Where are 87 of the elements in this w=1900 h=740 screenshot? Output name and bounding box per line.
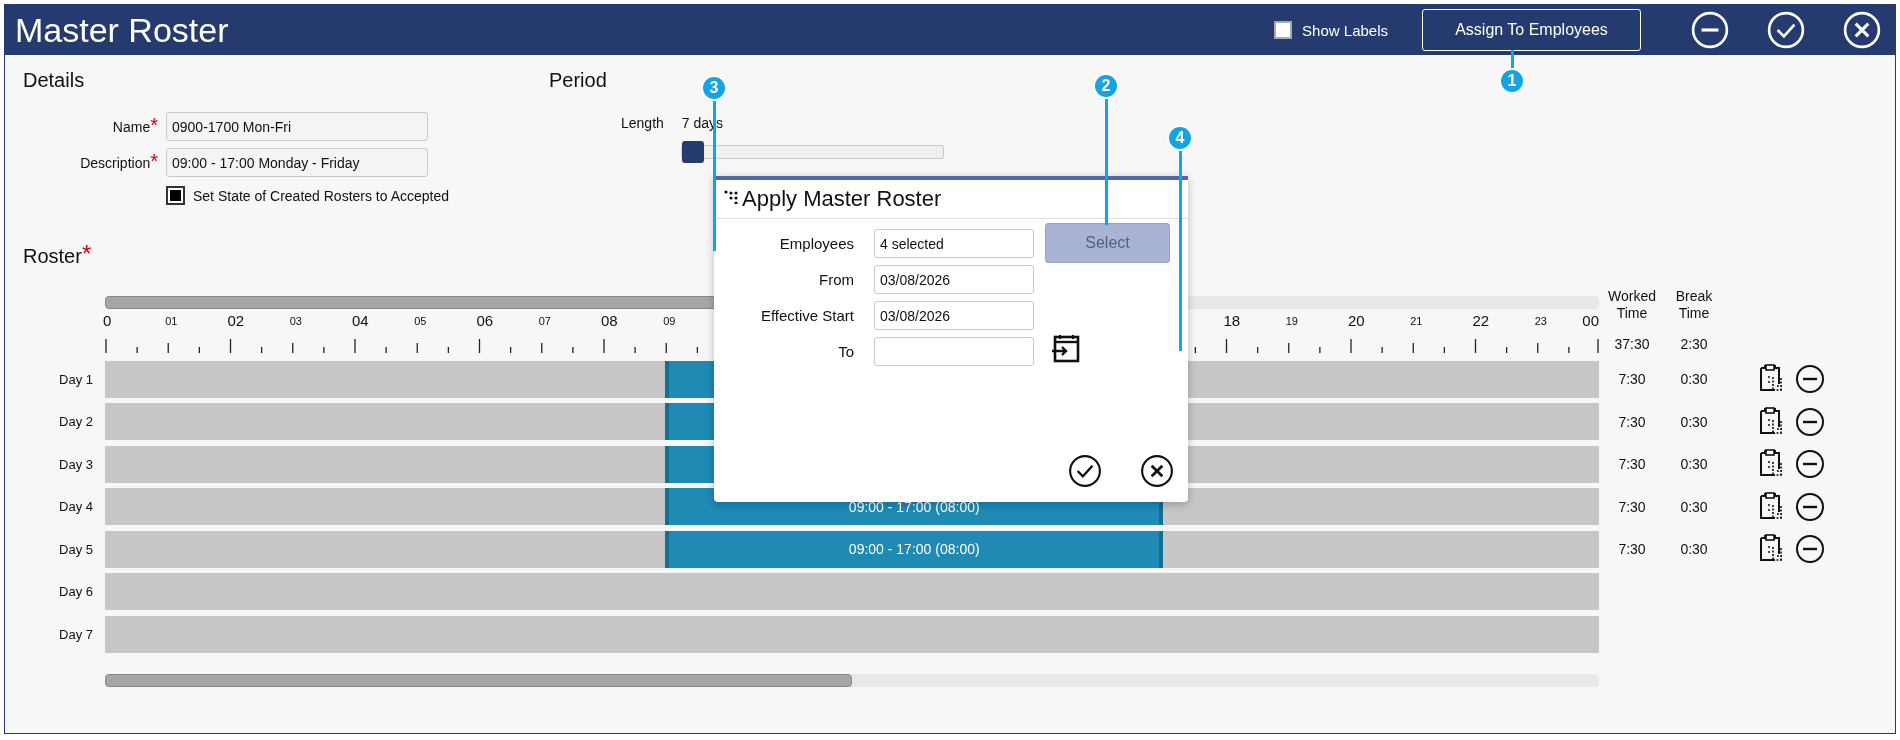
break-time: 0:30 (1680, 413, 1708, 430)
day-track[interactable]: 09:00 - 17:00 (08:00) (105, 530, 1599, 568)
hour-label: 21 (1410, 315, 1423, 327)
roster-heading: Roster (23, 245, 82, 268)
grip-icon[interactable] (724, 190, 740, 204)
hour-label: 22 (1472, 312, 1490, 329)
clipboard-icon[interactable] (1757, 406, 1783, 437)
day-label: Day 4 (58, 499, 94, 514)
hour-label: 23 (1534, 315, 1547, 327)
checkbox-label: Set State of Created Rosters to Accepted (193, 187, 450, 204)
input-field[interactable]: 0900-1700 Mon-Fri (166, 112, 428, 141)
clipboard-icon[interactable] (1757, 534, 1783, 564)
hour-label: 00 (1582, 312, 1599, 329)
total-value: 2:30 (1680, 336, 1708, 352)
field-label: Description (80, 154, 151, 171)
slider-thumb[interactable] (682, 141, 704, 163)
hour-label: 0 (103, 312, 112, 329)
clipboard-icon[interactable] (1757, 364, 1783, 394)
hour-label: 09 (663, 315, 676, 327)
hour-label: 04 (352, 312, 369, 329)
scrollbar[interactable] (105, 674, 1599, 687)
field-label: From (818, 271, 854, 288)
day-label: Day 3 (58, 456, 94, 472)
field-label: To (837, 343, 854, 360)
remove-icon[interactable] (1795, 534, 1825, 564)
clipboard-icon[interactable] (1757, 491, 1783, 522)
input-field[interactable]: 03/08/2026 (874, 265, 1034, 294)
column-header: Worked Time (1607, 288, 1657, 322)
required-mark: * (81, 245, 92, 263)
remove-icon[interactable] (1795, 364, 1825, 394)
day-track[interactable] (105, 615, 1599, 653)
worked-time: 7:30 (1618, 371, 1646, 387)
worked-time: 7:30 (1618, 413, 1646, 430)
day-track[interactable] (105, 573, 1599, 610)
hour-label: 08 (601, 312, 618, 329)
break-time: 0:30 (1680, 498, 1708, 515)
break-time: 0:30 (1680, 456, 1708, 472)
shift-label: 09:00 - 17:00 (08:00) (848, 541, 980, 557)
remove-icon[interactable] (1795, 491, 1825, 522)
input-field[interactable] (874, 337, 1034, 366)
input-field[interactable]: 4 selected (874, 229, 1034, 258)
accepted-checkbox[interactable] (166, 186, 185, 205)
break-time: 0:30 (1680, 541, 1708, 557)
assign-button[interactable]: Assign To Employees (1422, 9, 1641, 51)
input-field[interactable]: 09:00 - 17:00 Monday - Friday (166, 148, 428, 177)
remove-icon[interactable] (1795, 449, 1825, 479)
field-label: Effective Start (759, 307, 854, 324)
details-heading: Details (23, 69, 85, 92)
shift-bar[interactable]: 09:00 - 17:00 (08:00) (665, 530, 1164, 568)
length-label: Length (621, 115, 664, 131)
confirm-icon[interactable] (1068, 454, 1102, 488)
day-label: Day 2 (58, 414, 94, 429)
shift-label: 09:00 - 17:00 (08:00) (848, 498, 980, 515)
period-heading: Period (549, 69, 607, 92)
remove-icon[interactable] (1795, 406, 1825, 437)
hour-label: 03 (289, 315, 302, 327)
input-field[interactable]: 03/08/2026 (874, 301, 1034, 330)
worked-time: 7:30 (1618, 498, 1646, 515)
check-icon[interactable] (1767, 11, 1805, 49)
day-label: Day 5 (58, 541, 94, 557)
hour-label: 01 (165, 315, 178, 327)
hour-label: 18 (1223, 312, 1241, 329)
hour-label: 02 (227, 312, 245, 329)
show-labels-label: Show Labels (1302, 21, 1388, 39)
window-title: Master Roster (15, 10, 229, 50)
day-label: Day 7 (58, 626, 94, 642)
hour-label: 07 (538, 315, 551, 327)
clipboard-icon[interactable] (1757, 449, 1783, 479)
hour-label: 05 (414, 315, 427, 327)
calendar-icon[interactable] (1050, 333, 1080, 363)
dialog-title: Apply Master Roster (742, 186, 942, 212)
hour-label: 20 (1348, 312, 1365, 329)
hour-label: 19 (1285, 315, 1298, 327)
break-time: 0:30 (1680, 371, 1708, 387)
column-header: Break Time (1674, 288, 1714, 322)
worked-time: 7:30 (1618, 541, 1646, 557)
day-label: Day 6 (58, 584, 94, 599)
total-value: 37:30 (1614, 336, 1650, 352)
worked-time: 7:30 (1618, 456, 1646, 472)
field-label: Name (112, 118, 151, 135)
show-labels-checkbox[interactable] (1274, 21, 1293, 39)
close-icon[interactable] (1140, 454, 1174, 488)
day-label: Day 1 (58, 371, 94, 387)
required-mark: * (150, 149, 158, 172)
required-mark: * (150, 113, 158, 136)
field-label: Employees (778, 235, 854, 252)
hour-label: 06 (476, 312, 494, 329)
